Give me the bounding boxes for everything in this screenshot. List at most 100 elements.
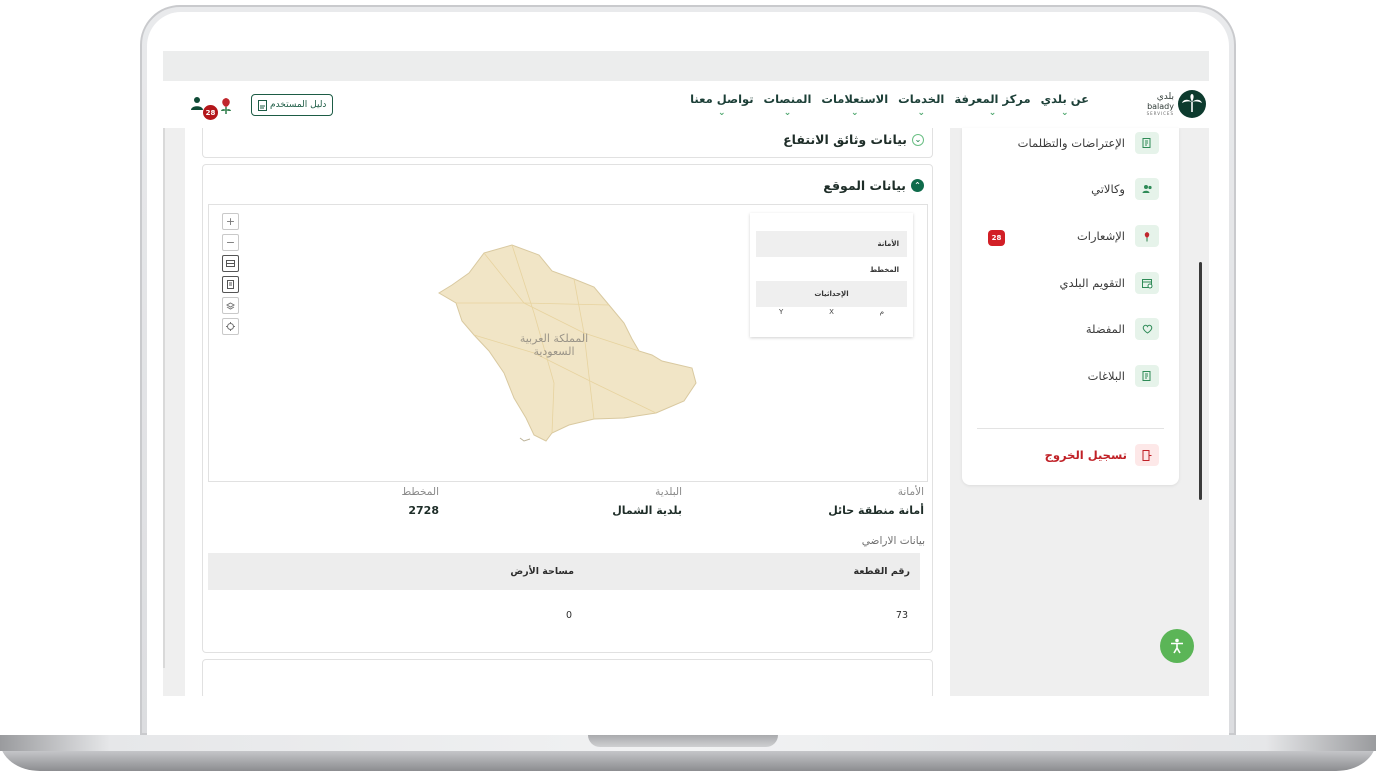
layers-icon[interactable] [222,297,239,314]
logo-wordmark: بلدي [1156,92,1174,102]
chevron-down-icon: ⌄ [718,108,726,118]
sidebar-item-label: المفضلة [1085,322,1125,336]
map-toolbar: + − [222,213,239,335]
field-plan-value: 2728 [408,504,439,517]
field-amanah-value: أمانة منطقة حائل [828,504,924,517]
info-coords-columns: م X Y [756,308,907,316]
sidebar-item-label: وكالاتي [1091,182,1125,196]
site-card-title: بيانات الموقع [823,178,906,193]
accessibility-icon [1171,638,1183,654]
locate-icon[interactable] [222,318,239,335]
field-amanah-label: الأمانة [897,486,924,498]
sidebar-item-objections[interactable]: الإعتراضات والتظلمات [1018,132,1159,154]
balady-logo[interactable]: بلدي balady SERVICES [1138,90,1206,122]
field-baladiya-label: البلدية [655,486,682,498]
main-content: ⌄ بيانات وثائق الانتفاع ⌃ بيانات الموقع … [185,128,950,696]
sidebar-item-calendar[interactable]: التقويم البلدي [1060,272,1159,294]
info-coords-label: الإحداثيات [756,281,907,307]
nav-contact[interactable]: تواصل معنا ⌄ [690,92,753,118]
user-guide-button[interactable]: دليل المستخدم [251,94,334,116]
location-fields: الأمانة أمانة منطقة حائل البلدية بلدية ا… [203,483,934,523]
document-icon [1135,132,1159,154]
screen: بلدي balady SERVICES عن بلدي ⌄ مركز المعر… [163,51,1209,696]
coord-col-x: X [829,308,834,316]
logout-icon [1135,444,1159,466]
next-card [202,659,933,696]
logout-button[interactable]: تسجيل الخروج [1045,444,1159,466]
field-baladiya-value: بلدية الشمال [612,504,682,517]
sidebar-item-label: الإعتراضات والتظلمات [1017,136,1125,150]
logo-latin: balady [1147,102,1174,111]
table-row: 73 0 [208,590,920,640]
sidebar-item-label: الإشعارات [1076,229,1125,243]
chevron-down-icon: ⌄ [783,108,792,118]
browser-top-bar [163,51,1209,81]
sidebar-item-notifications[interactable]: الإشعارات [1077,225,1159,247]
nav-knowledge-center[interactable]: مركز المعرفة ⌄ [954,92,1030,118]
notifications-badge: 28 [203,105,218,120]
accessibility-button[interactable] [1160,629,1194,663]
palm-logo-icon [1178,90,1206,118]
docs-card-header[interactable]: ⌄ بيانات وثائق الانتفاع [783,132,924,147]
user-icon[interactable] [191,96,203,110]
field-amanah: الأمانة أمانة منطقة حائل [674,483,924,517]
coord-col-y: Y [778,308,784,316]
field-baladiya: البلدية بلدية الشمال [432,483,682,517]
docs-card: ⌄ بيانات وثائق الانتفاع [202,128,933,158]
nav-services[interactable]: الخدمات ⌄ [898,92,944,118]
chevron-down-icon: ⌄ [1061,108,1069,118]
map-country-label: المملكة العربية السعودية [519,332,589,358]
report-icon [1135,365,1159,387]
user-guide-label: دليل المستخدم [270,100,327,110]
map-view[interactable]: + − المملكة العربية السعودية الأمانة الم… [208,204,928,482]
header-plot-number: رقم القطعة [853,566,911,577]
logo-latin-sub: SERVICES [1146,111,1174,116]
top-navbar: بلدي balady SERVICES عن بلدي ⌄ مركز المعر… [163,81,1209,128]
basemap-toggle-icon[interactable] [222,255,239,272]
sidebar-item-label: البلاغات [1087,369,1125,383]
print-icon[interactable] [222,276,239,293]
bell-icon [1135,225,1159,247]
sidebar-item-label: التقويم البلدي [1059,276,1125,290]
expand-chevron-icon[interactable]: ⌄ [912,133,924,146]
calendar-icon [1135,272,1159,294]
chevron-down-icon: ⌄ [851,108,859,118]
sidebar-item-reports[interactable]: البلاغات [1088,365,1159,387]
main-menu: عن بلدي ⌄ مركز المعرفة ⌄ الخدمات ⌄ الاستعلا… [690,92,1089,118]
logout-label: تسجيل الخروج [1044,448,1127,462]
pdf-icon [258,99,267,111]
site-card: ⌃ بيانات الموقع + − المملكة العربية السع… [202,164,933,653]
chevron-down-icon: ⌄ [988,108,997,118]
nav-platforms[interactable]: المنصات ⌄ [764,92,812,118]
sidebar-item-agencies[interactable]: وكالاتي [1091,178,1159,200]
sidebar-scrollbar[interactable] [1199,262,1202,500]
field-plan: المخطط 2728 [279,483,439,517]
land-table-header: رقم القطعة مساحة الأرض [208,553,920,590]
heart-icon [1135,318,1159,340]
docs-card-title: بيانات وثائق الانتفاع [783,132,907,147]
users-icon [1135,178,1159,200]
zoom-in-button[interactable]: + [222,213,239,230]
nav-about[interactable]: عن بلدي ⌄ [1041,92,1089,118]
laptop-notch [588,735,778,747]
info-amanah-label: الأمانة [756,231,907,257]
notification-rose-icon[interactable] [218,96,234,116]
sidebar-notifications-badge: 28 [988,230,1005,246]
coord-col-index: م [879,308,885,316]
chevron-down-icon: ⌄ [917,108,926,118]
sidebar-divider [977,428,1164,429]
info-plan-label: المخطط [869,266,899,274]
land-data-title: بيانات الاراضي [861,535,925,547]
page-left-edge [163,128,165,668]
field-plan-label: المخطط [401,486,439,498]
site-card-header[interactable]: ⌃ بيانات الموقع [823,178,924,193]
nav-inquiries[interactable]: الاستعلامات ⌄ [821,92,888,118]
cell-land-area: 0 [565,609,572,621]
sidebar: الإعتراضات والتظلمات وكالاتي الإشعارات 2… [962,128,1179,485]
map-info-panel: الأمانة المخطط الإحداثيات م X Y [750,213,913,337]
header-land-area: مساحة الأرض [510,566,574,577]
sidebar-item-favorites[interactable]: المفضلة [1086,318,1159,340]
zoom-out-button[interactable]: − [222,234,239,251]
cell-plot-number: 73 [895,609,908,621]
collapse-chevron-icon[interactable]: ⌃ [911,179,924,192]
